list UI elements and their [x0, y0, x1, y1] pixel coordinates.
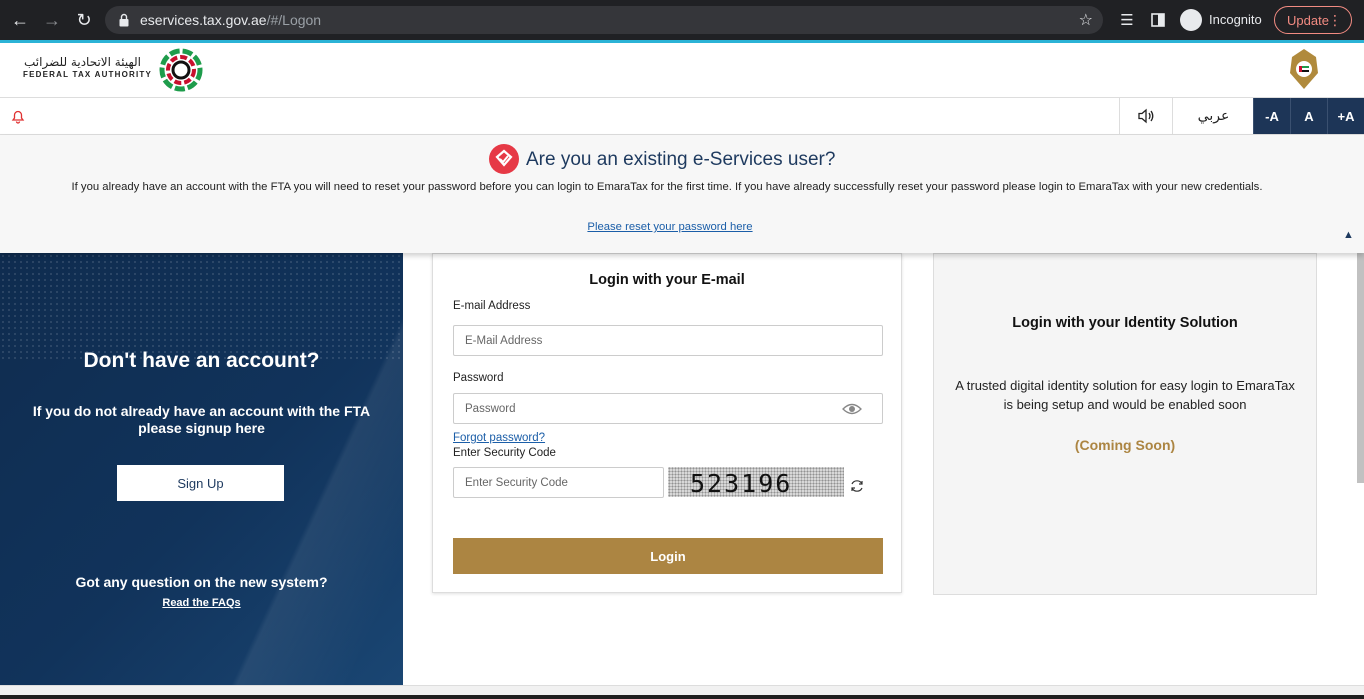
email-input[interactable] — [453, 325, 883, 356]
incognito-icon[interactable] — [1180, 9, 1202, 31]
coming-soon-label: (Coming Soon) — [1074, 437, 1176, 453]
captcha-code: 523196 — [690, 469, 793, 497]
reload-icon[interactable]: ↻ — [72, 8, 96, 32]
security-code-input[interactable] — [453, 467, 664, 498]
font-normal-button[interactable]: A — [1290, 98, 1327, 134]
media-queue-icon[interactable]: ☰ — [1116, 9, 1138, 31]
back-arrow-icon[interactable]: ← — [8, 8, 32, 32]
uae-emblem-icon — [1290, 49, 1318, 89]
password-input[interactable] — [453, 393, 883, 424]
notice-text: If you already have an account with the … — [71, 181, 1263, 193]
identity-login-card: Login with your Identity Solution A trus… — [933, 253, 1317, 595]
notification-bell-icon[interactable] — [10, 108, 26, 124]
page-scrollbar[interactable] — [1357, 253, 1364, 483]
lock-icon — [119, 13, 129, 27]
password-label: Password — [453, 372, 504, 384]
url-text: eservices.tax.gov.ae/#/Logon — [140, 12, 322, 28]
identity-description: A trusted digital identity solution for … — [955, 378, 1295, 412]
os-taskbar — [0, 695, 1364, 699]
sign-up-button[interactable]: Sign Up — [117, 465, 284, 501]
font-decrease-button[interactable]: -A — [1253, 98, 1290, 134]
email-label: E-mail Address — [453, 300, 531, 312]
logo-arabic-text: الهيئة الاتحادية للضرائب — [24, 55, 141, 69]
collapse-caret-icon[interactable]: ▲ — [1343, 229, 1354, 241]
existing-user-notice: Are you an existing e-Services user? If … — [0, 135, 1364, 253]
fta-logo-icon[interactable] — [158, 47, 204, 93]
side-panel-icon[interactable] — [1147, 9, 1169, 31]
font-increase-button[interactable]: +A — [1327, 98, 1364, 134]
login-button[interactable]: Login — [453, 538, 883, 574]
logo-english-text: FEDERAL TAX AUTHORITY — [23, 70, 153, 79]
update-button[interactable]: Update ⋮ — [1274, 6, 1352, 34]
screen-reader-button[interactable] — [1119, 98, 1172, 134]
update-label: Update — [1287, 12, 1329, 28]
faq-question: Got any question on the new system? — [75, 574, 328, 590]
show-password-eye-icon[interactable] — [842, 403, 862, 415]
refresh-captcha-icon[interactable] — [849, 478, 865, 494]
reset-password-link[interactable]: Please reset your password here — [0, 221, 1340, 233]
browser-toolbar: ← → ↻ eservices.tax.gov.ae/#/Logon ☆ ☰ I… — [0, 0, 1364, 40]
bookmark-star-icon[interactable]: ☆ — [1079, 10, 1093, 30]
read-faqs-link[interactable]: Read the FAQs — [0, 597, 403, 609]
signup-title: Don't have an account? — [83, 349, 320, 372]
alert-badge-icon — [489, 144, 519, 174]
forward-arrow-icon[interactable]: → — [40, 8, 64, 32]
notice-title: Are you an existing e-Services user? — [526, 149, 836, 170]
captcha-image: 523196 — [668, 467, 844, 497]
forgot-password-link[interactable]: Forgot password? — [453, 432, 545, 444]
address-bar[interactable]: eservices.tax.gov.ae/#/Logon ☆ — [105, 6, 1103, 34]
menu-dots-icon: ⋮ — [1328, 12, 1342, 28]
accessibility-toolbar: عربي -A A +A — [0, 98, 1364, 135]
signup-panel: Don't have an account? If you do not alr… — [0, 253, 403, 685]
login-title: Login with your E-mail — [589, 272, 745, 288]
security-code-label: Enter Security Code — [453, 447, 556, 459]
language-arabic-button[interactable]: عربي — [1172, 98, 1254, 134]
incognito-label: Incognito — [1209, 12, 1262, 27]
email-login-card: Login with your E-mail E-mail Address Pa… — [432, 253, 902, 593]
signup-description: If you do not already have an account wi… — [32, 403, 371, 436]
site-header: الهيئة الاتحادية للضرائب FEDERAL TAX AUT… — [0, 43, 1364, 98]
speaker-icon — [1138, 108, 1154, 124]
identity-title: Login with your Identity Solution — [1012, 315, 1238, 331]
